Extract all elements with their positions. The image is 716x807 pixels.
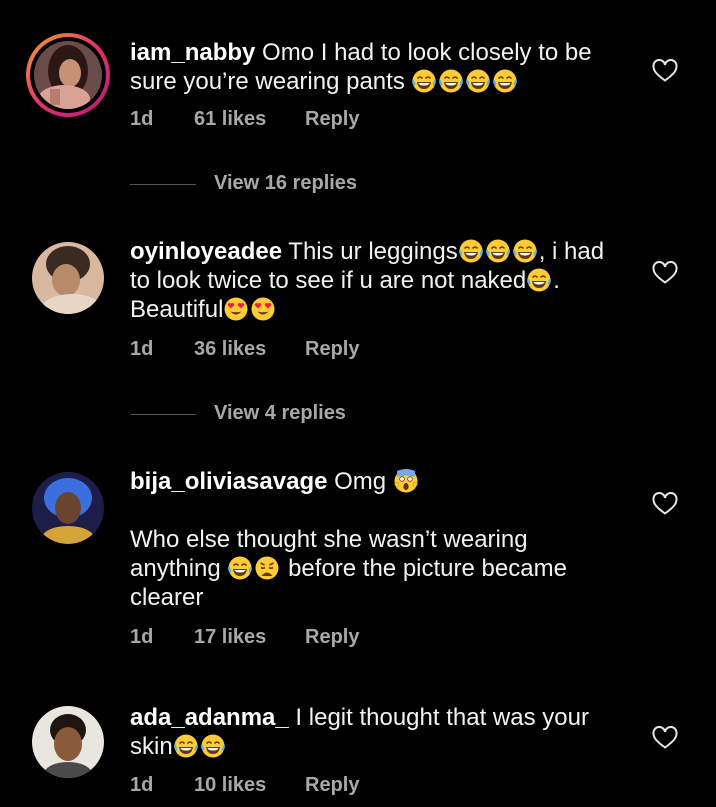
avatar[interactable] bbox=[26, 33, 110, 117]
avatar[interactable] bbox=[32, 706, 104, 778]
avatar[interactable] bbox=[32, 472, 104, 544]
comment-body: , i had bbox=[538, 238, 605, 265]
comment-body: Beautiful bbox=[130, 296, 224, 323]
story-ring-gap bbox=[30, 37, 106, 113]
smiling-face-with-heart-eyes-emoji bbox=[223, 296, 249, 322]
comment-body: sure you’re wearing pants bbox=[130, 68, 412, 95]
comment-body: to look twice to see if u are not naked bbox=[130, 267, 527, 294]
comment-body: anything bbox=[130, 555, 228, 582]
comment-body: Omo I had to look closely to be bbox=[255, 39, 592, 66]
comment-username[interactable]: iam_nabby bbox=[130, 39, 255, 66]
reply-button[interactable]: Reply bbox=[305, 774, 359, 797]
face-with-tears-of-joy-emoji bbox=[485, 238, 511, 264]
likes-count[interactable]: 17 likes bbox=[194, 626, 266, 649]
face-with-tears-of-joy-emoji bbox=[526, 267, 552, 293]
reply-button[interactable]: Reply bbox=[305, 338, 359, 361]
comment-body: clearer bbox=[130, 584, 204, 611]
comment-body: before the picture became bbox=[281, 555, 567, 582]
comment-time: 1d bbox=[130, 774, 154, 796]
view-replies-label: View 16 replies bbox=[214, 172, 358, 194]
face-with-tears-of-joy-emoji bbox=[512, 238, 538, 264]
comment-text: bija_oliviasavage Omg Who else thought s… bbox=[130, 467, 630, 612]
avatar-photo bbox=[32, 472, 104, 544]
comment-body: Omg bbox=[327, 468, 393, 495]
comment-time: 1d bbox=[130, 108, 154, 130]
face-with-tears-of-joy-emoji bbox=[458, 238, 484, 264]
heart-outline-icon[interactable] bbox=[652, 261, 678, 285]
heart-outline-icon[interactable] bbox=[652, 492, 678, 516]
comment-body: Who else thought she wasn’t wearing bbox=[130, 526, 528, 553]
avatar-photo bbox=[34, 41, 102, 109]
comment-body: I legit thought that was your bbox=[288, 704, 589, 731]
view-replies-label: View 4 replies bbox=[214, 402, 346, 424]
heart-outline-icon[interactable] bbox=[652, 59, 678, 83]
face-with-tears-of-joy-emoji bbox=[465, 68, 491, 94]
comment-time: 1d bbox=[130, 626, 154, 648]
comment-body: . bbox=[553, 267, 560, 294]
comment-time: 1d bbox=[130, 338, 154, 360]
comment-text: ada_adanma_ I legit thought that was you… bbox=[130, 703, 630, 761]
view-replies-button[interactable]: View 16 replies bbox=[130, 172, 430, 196]
face-with-tears-of-joy-emoji bbox=[411, 68, 437, 94]
avatar[interactable] bbox=[32, 242, 104, 314]
face-with-tears-of-joy-emoji bbox=[227, 555, 253, 581]
reply-button[interactable]: Reply bbox=[305, 108, 359, 131]
reply-button[interactable]: Reply bbox=[305, 626, 359, 649]
likes-count[interactable]: 36 likes bbox=[194, 338, 266, 361]
face-screaming-in-fear-emoji bbox=[393, 468, 419, 494]
comment-text: iam_nabby Omo I had to look closely to b… bbox=[130, 38, 630, 96]
comment-username[interactable]: ada_adanma_ bbox=[130, 704, 289, 731]
smiling-face-with-heart-eyes-emoji bbox=[250, 296, 276, 322]
face-with-tears-of-joy-emoji bbox=[200, 733, 226, 759]
comment-username[interactable]: bija_oliviasavage bbox=[130, 468, 327, 495]
comment-body: skin bbox=[130, 733, 173, 760]
likes-count[interactable]: 10 likes bbox=[194, 774, 266, 797]
weary-face-emoji bbox=[254, 555, 280, 581]
face-with-tears-of-joy-emoji bbox=[173, 733, 199, 759]
face-with-tears-of-joy-emoji bbox=[492, 68, 518, 94]
face-with-tears-of-joy-emoji bbox=[438, 68, 464, 94]
comment-text: oyinloyeadee This ur leggings , i had to … bbox=[130, 237, 630, 324]
divider bbox=[130, 414, 196, 415]
view-replies-button[interactable]: View 4 replies bbox=[130, 402, 430, 426]
heart-outline-icon[interactable] bbox=[652, 726, 678, 750]
avatar-photo bbox=[32, 706, 104, 778]
likes-count[interactable]: 61 likes bbox=[194, 108, 266, 131]
avatar-photo bbox=[32, 242, 104, 314]
divider bbox=[130, 184, 196, 185]
comment-username[interactable]: oyinloyeadee bbox=[130, 238, 282, 265]
comment-body: This ur leggings bbox=[282, 238, 458, 265]
